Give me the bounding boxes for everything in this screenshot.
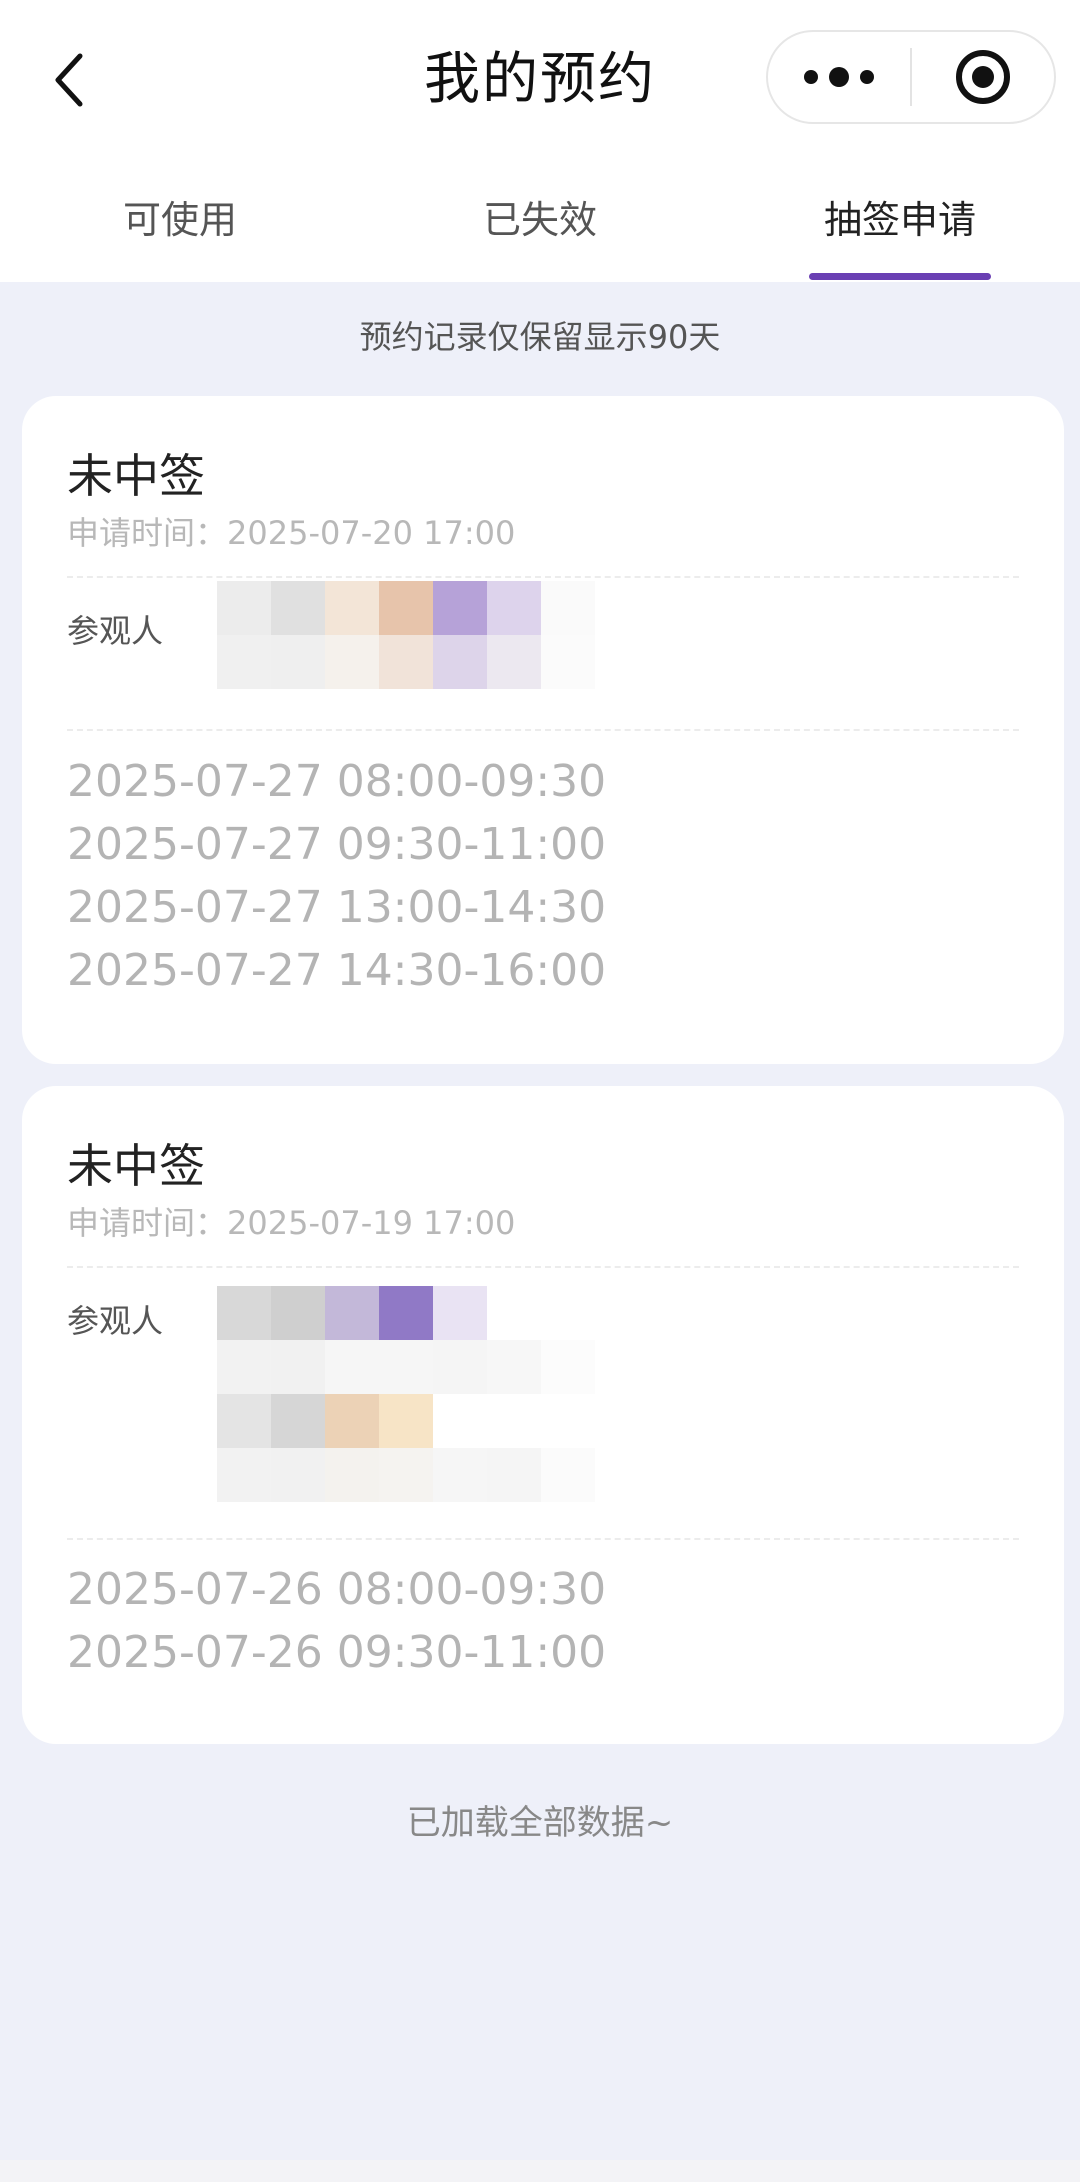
tab-label: 可使用 bbox=[122, 198, 237, 242]
divider bbox=[67, 1538, 1019, 1540]
lottery-record-card[interactable]: 未中签 申请时间：2025-07-20 17:00 参观人 2025-07-27… bbox=[22, 396, 1064, 1064]
all-loaded-note: 已加载全部数据~ bbox=[406, 1803, 674, 1843]
bottom-safe-area bbox=[0, 2160, 1080, 2182]
visitor-names-redacted bbox=[217, 1286, 595, 1502]
time-slot: 2025-07-27 09:30-11:00 bbox=[67, 819, 607, 870]
close-mini-program-button[interactable] bbox=[912, 32, 1054, 122]
more-button[interactable] bbox=[768, 32, 910, 122]
lottery-record-card[interactable]: 未中签 申请时间：2025-07-19 17:00 参观人 2025-07-26… bbox=[22, 1086, 1064, 1744]
divider bbox=[67, 1266, 1019, 1268]
tab-label: 抽签申请 bbox=[823, 198, 976, 242]
divider bbox=[67, 576, 1019, 578]
target-circle-icon bbox=[956, 50, 1010, 104]
time-slot: 2025-07-26 09:30-11:00 bbox=[67, 1627, 607, 1678]
time-slot: 2025-07-27 08:00-09:30 bbox=[67, 756, 607, 807]
visitor-label: 参观人 bbox=[67, 1302, 164, 1340]
tab-lottery-application[interactable]: 抽签申请 bbox=[720, 160, 1080, 282]
divider bbox=[67, 729, 1019, 731]
tab-available[interactable]: 可使用 bbox=[0, 160, 360, 282]
visitor-label: 参观人 bbox=[67, 612, 164, 650]
visitor-names-redacted bbox=[217, 581, 595, 689]
active-tab-indicator bbox=[809, 273, 991, 280]
time-slot: 2025-07-26 08:00-09:30 bbox=[67, 1564, 607, 1615]
apply-time: 申请时间：2025-07-19 17:00 bbox=[67, 1204, 516, 1242]
time-slot: 2025-07-27 14:30-16:00 bbox=[67, 945, 607, 996]
time-slot: 2025-07-27 13:00-14:30 bbox=[67, 882, 607, 933]
status-label: 未中签 bbox=[67, 449, 205, 503]
tab-label: 已失效 bbox=[482, 198, 597, 242]
retention-notice: 预约记录仅保留显示90天 bbox=[359, 318, 721, 356]
tab-bar: 可使用 已失效 抽签申请 bbox=[0, 160, 1080, 282]
more-dots-icon bbox=[804, 67, 874, 87]
status-label: 未中签 bbox=[67, 1139, 205, 1193]
mini-program-capsule bbox=[766, 30, 1056, 124]
navigation-bar: 我的预约 bbox=[0, 0, 1080, 160]
tab-expired[interactable]: 已失效 bbox=[360, 160, 720, 282]
apply-time: 申请时间：2025-07-20 17:00 bbox=[67, 514, 516, 552]
